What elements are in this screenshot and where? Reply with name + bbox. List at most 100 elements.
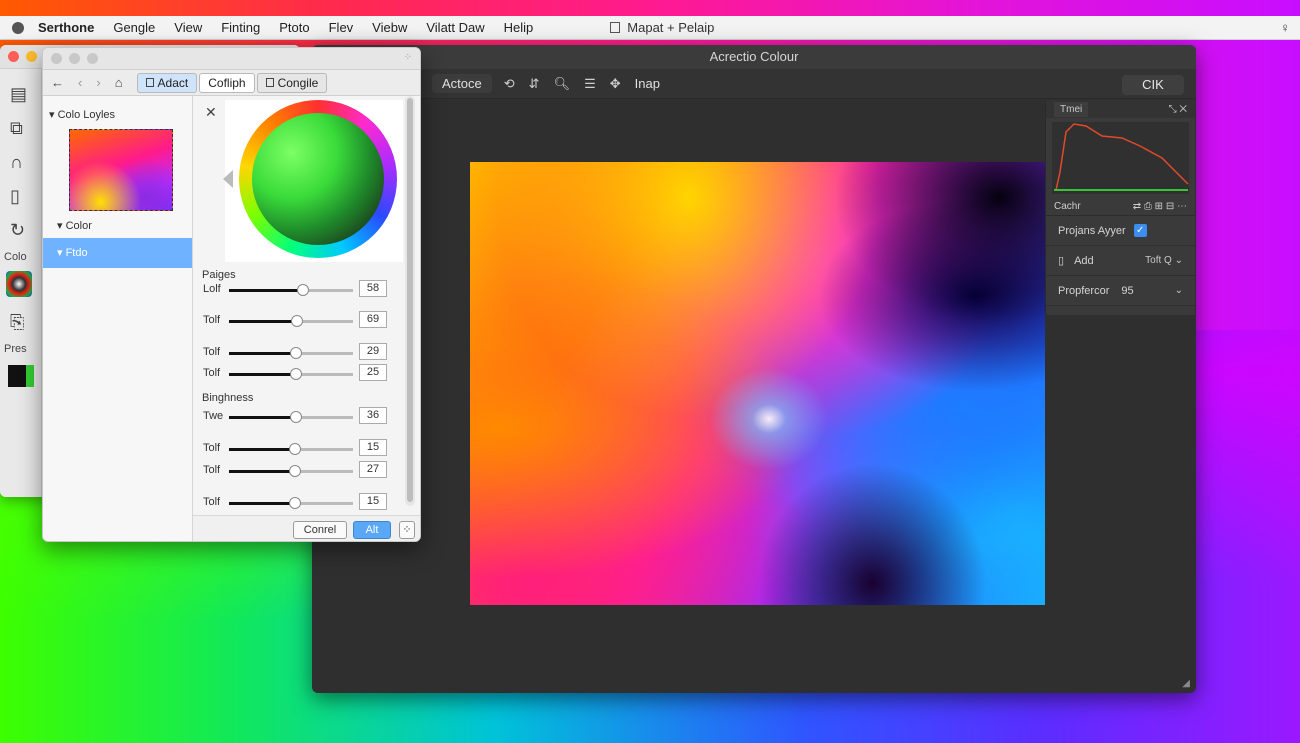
color-header[interactable]: ▾ Color [57, 219, 192, 232]
dialog-zoom-button[interactable] [87, 53, 98, 64]
color-layers-header[interactable]: ▾ Colo Loyles [49, 108, 192, 121]
layer-thumbnail[interactable] [69, 129, 173, 211]
chevron-down-icon[interactable]: ⌄ [1175, 285, 1183, 296]
dialog-button-bar: Conrel Alt ⁘ [193, 515, 420, 541]
menu-ptoto[interactable]: Ptoto [279, 20, 309, 35]
slider-value-field[interactable]: 58 [359, 280, 387, 297]
slider-value-field[interactable]: 27 [359, 461, 387, 478]
color-wheel-center[interactable] [252, 113, 384, 245]
home-icon[interactable]: ⌂ [115, 75, 123, 90]
slider-track[interactable] [229, 411, 353, 423]
list-icon[interactable]: ☰ [584, 76, 596, 92]
apple-menu-icon[interactable] [12, 21, 24, 34]
menubar-document[interactable]: Mapat + Pelaip [610, 20, 714, 35]
panel-header: Tmei ⤡ ✕ [1046, 100, 1195, 118]
panel-controls-icon[interactable]: ⤡ ✕ [1169, 104, 1187, 115]
menu-gengle[interactable]: Gengle [113, 20, 155, 35]
slider-track[interactable] [229, 347, 353, 359]
color-swatch-icon[interactable] [6, 271, 32, 297]
minimize-window-button[interactable] [26, 51, 37, 62]
chevron-left-icon[interactable]: ‹ [78, 75, 82, 90]
color-wheel-area [223, 100, 403, 262]
slider-fill [229, 416, 296, 419]
slider-track[interactable] [229, 284, 353, 296]
scroll-thumb[interactable] [407, 98, 413, 502]
slider-knob[interactable] [297, 284, 310, 296]
slider-knob[interactable] [288, 443, 301, 455]
slider-fill [229, 502, 295, 505]
zoom-icon[interactable]: 🔍︎ [554, 76, 571, 92]
menu-viebw[interactable]: Viebw [372, 20, 407, 35]
slider-track[interactable] [229, 443, 353, 455]
add-dropdown[interactable]: Toft Q ⌄ [1145, 255, 1183, 266]
dialog-minimize-button[interactable] [69, 53, 80, 64]
slider-row: Tolf 25 [203, 364, 393, 382]
close-icon[interactable]: ✕ [205, 104, 217, 121]
slider-value-field[interactable]: 25 [359, 364, 387, 381]
resize-grip-icon[interactable]: ◢ [1182, 678, 1190, 689]
histogram-tool-icons[interactable]: ⇄ ⎙ ⊞ ⊟ ⋯ [1133, 201, 1187, 212]
dialog-close-button[interactable] [51, 53, 62, 64]
menu-app[interactable]: Serthone [38, 20, 94, 35]
menu-helip[interactable]: Helip [504, 20, 534, 35]
slider-track[interactable] [229, 368, 353, 380]
preset-swatch[interactable] [8, 365, 34, 387]
main-window-title: Acrectio Colour [312, 45, 1196, 69]
menu-view[interactable]: View [174, 20, 202, 35]
project-layer-row[interactable]: Projans Ayyer ✓ [1046, 216, 1195, 246]
close-window-button[interactable] [8, 51, 19, 62]
panel-tab[interactable]: Tmei [1054, 101, 1089, 117]
transform-icon[interactable]: ⇵ [529, 76, 540, 92]
ok-button[interactable]: CIK [1122, 75, 1184, 95]
chevron-right-icon[interactable]: › [96, 75, 100, 90]
dialog-titlebar: ⁘ [43, 48, 420, 70]
slider-label: Lolf [203, 283, 221, 295]
project-layer-checkbox[interactable]: ✓ [1133, 224, 1147, 237]
slider-value-field[interactable]: 69 [359, 311, 387, 328]
cache-label[interactable]: Cachr [1054, 201, 1081, 212]
slider-knob[interactable] [288, 465, 301, 477]
menu-finting[interactable]: Finting [221, 20, 260, 35]
options-icon[interactable]: ⁘ [399, 521, 415, 539]
slider-row: Tolf 15 [203, 439, 393, 457]
slider-knob[interactable] [289, 411, 302, 423]
toolbar-map-label[interactable]: Inap [635, 76, 660, 91]
slider-track[interactable] [229, 497, 353, 509]
back-arrow-icon[interactable]: ← [51, 75, 64, 90]
toolbar-active-button[interactable]: Actoce [432, 74, 492, 93]
dialog-scrollbar[interactable] [405, 96, 415, 506]
slider-value-field[interactable]: 15 [359, 493, 387, 510]
cancel-button[interactable]: Conrel [293, 521, 347, 539]
apply-button[interactable]: Alt [353, 521, 391, 539]
slider-knob[interactable] [289, 347, 302, 359]
layers-icon[interactable]: ⧉ [10, 119, 41, 137]
tab-congile[interactable]: Congile [256, 72, 328, 93]
slider-track[interactable] [229, 315, 353, 327]
slider-value-field[interactable]: 36 [359, 407, 387, 424]
canvas-image[interactable] [470, 162, 1045, 605]
slider-knob[interactable] [288, 497, 301, 509]
tab-colorpick[interactable]: Cofliph [199, 72, 255, 93]
document-list-icon[interactable]: ▤ [10, 85, 41, 103]
color-wheel[interactable] [239, 100, 397, 258]
add-row[interactable]: ▯ Add Toft Q ⌄ [1046, 246, 1195, 276]
prop-row[interactable]: Propfercor 95 ⌄ [1046, 276, 1195, 306]
tab-adjust[interactable]: Adact [136, 72, 198, 93]
menu-vilatt-daw[interactable]: Vilatt Daw [426, 20, 484, 35]
move-icon[interactable]: ✥ [610, 76, 621, 92]
phone-icon[interactable]: ▯ [10, 187, 41, 205]
copy-icon[interactable]: ⎘ [10, 313, 41, 331]
slider-fill [229, 352, 296, 355]
slider-value-field[interactable]: 15 [359, 439, 387, 456]
rotate-icon[interactable]: ⟲ [504, 76, 515, 92]
user-icon[interactable]: ♀ [1280, 20, 1290, 35]
headphones-icon[interactable]: ∩ [10, 153, 41, 171]
refresh-icon[interactable]: ↻ [10, 221, 41, 239]
selected-list-item[interactable]: ▾ Ftdo [43, 238, 192, 268]
menu-flev[interactable]: Flev [329, 20, 354, 35]
menubar-document-title: Mapat + Pelaip [627, 20, 715, 35]
slider-knob[interactable] [289, 368, 302, 380]
slider-knob[interactable] [291, 315, 304, 327]
slider-track[interactable] [229, 465, 353, 477]
slider-value-field[interactable]: 29 [359, 343, 387, 360]
